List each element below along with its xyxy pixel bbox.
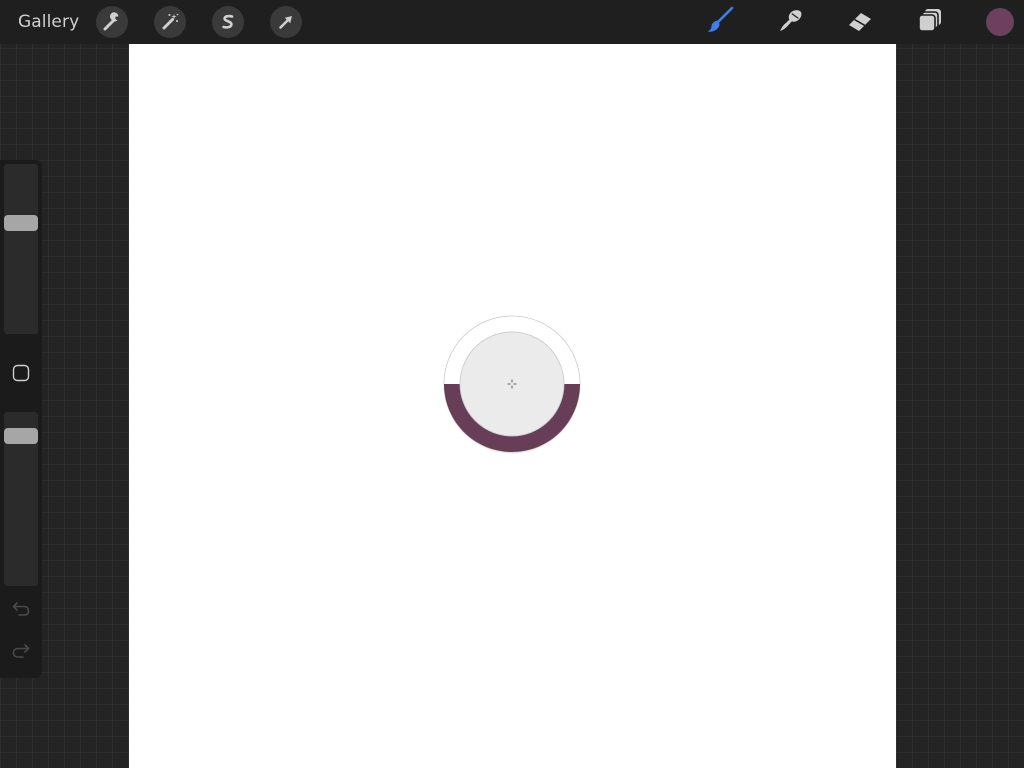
actions-button[interactable]	[96, 6, 128, 38]
smudge-button[interactable]	[774, 6, 806, 38]
transform-button[interactable]	[270, 6, 302, 38]
brush-size-slider[interactable]	[4, 164, 38, 334]
undo-arrow-icon	[11, 600, 31, 622]
modify-button[interactable]	[12, 364, 30, 386]
undo-button[interactable]	[10, 602, 32, 620]
adjustments-button[interactable]	[154, 6, 186, 38]
layers-icon	[915, 5, 945, 39]
smudge-finger-icon	[775, 5, 805, 39]
wrench-icon	[102, 12, 122, 32]
brush-icon	[705, 5, 735, 39]
color-drop-indicator	[443, 315, 581, 454]
rounded-square-icon	[12, 364, 30, 386]
eraser-icon	[845, 5, 875, 39]
layers-button[interactable]	[914, 6, 946, 38]
top-toolbar: Gallery	[0, 0, 1024, 44]
opacity-slider-thumb[interactable]	[4, 428, 38, 444]
redo-button[interactable]	[10, 644, 32, 662]
color-picker-button[interactable]	[986, 8, 1014, 36]
redo-arrow-icon	[11, 642, 31, 664]
selection-s-icon	[218, 12, 238, 32]
brush-button[interactable]	[704, 6, 736, 38]
eraser-button[interactable]	[844, 6, 876, 38]
arrow-cursor-icon	[276, 12, 296, 32]
gallery-button[interactable]: Gallery	[18, 11, 79, 33]
magic-wand-icon	[160, 12, 180, 32]
brush-size-slider-thumb[interactable]	[4, 215, 38, 231]
left-sidebar	[0, 160, 42, 678]
opacity-slider[interactable]	[4, 412, 38, 586]
selection-button[interactable]	[212, 6, 244, 38]
